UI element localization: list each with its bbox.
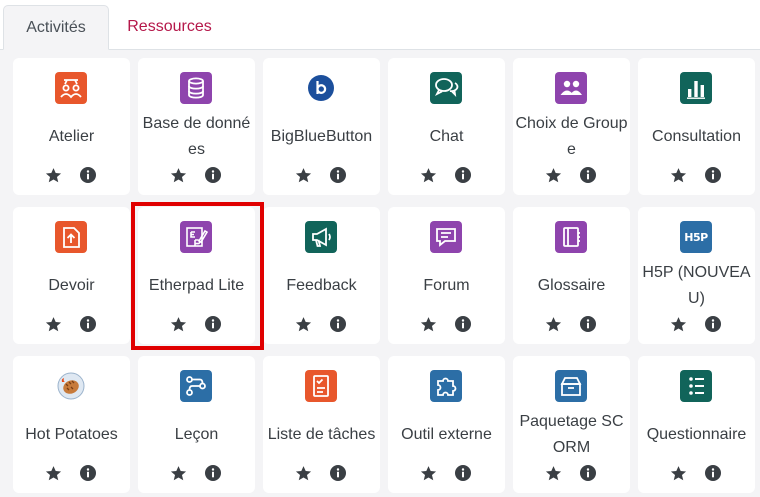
activity-name: Devoir — [48, 277, 95, 294]
etherpad-icon — [180, 221, 212, 253]
info-icon[interactable] — [205, 465, 221, 481]
star-icon[interactable] — [670, 316, 687, 333]
activity-name: Base de données — [142, 115, 251, 158]
activity-name: Hot Potatoes — [25, 426, 118, 443]
lesson-path-icon — [180, 370, 212, 402]
group-choice-icon — [555, 72, 587, 104]
info-icon[interactable] — [205, 316, 221, 332]
activity-tile-outil-externe[interactable]: Outil externe — [388, 356, 505, 493]
activity-name: Atelier — [48, 128, 95, 145]
activity-tile-forum[interactable]: Forum — [388, 207, 505, 344]
tab-activites[interactable]: Activités — [3, 5, 109, 50]
star-icon[interactable] — [295, 316, 312, 333]
forum-icon — [430, 221, 462, 253]
activity-name: BigBlueButton — [270, 128, 373, 145]
info-icon[interactable] — [580, 465, 596, 481]
bigbluebutton-icon — [305, 72, 337, 104]
star-icon[interactable] — [170, 465, 187, 482]
checklist-icon — [305, 370, 337, 402]
activity-tile-h5p[interactable]: H5P H5P (NOUVEAU) — [638, 207, 755, 344]
star-icon[interactable] — [545, 316, 562, 333]
info-icon[interactable] — [705, 167, 721, 183]
activity-name: Forum — [423, 277, 470, 294]
star-icon[interactable] — [670, 465, 687, 482]
star-icon[interactable] — [45, 465, 62, 482]
activity-chooser-tabs: Activités Ressources — [0, 0, 760, 50]
poll-chart-icon — [680, 72, 712, 104]
star-icon[interactable] — [670, 167, 687, 184]
star-icon[interactable] — [45, 167, 62, 184]
activity-tile-feedback[interactable]: Feedback — [263, 207, 380, 344]
info-icon[interactable] — [705, 465, 721, 481]
star-icon[interactable] — [295, 167, 312, 184]
scorm-package-icon — [555, 370, 587, 402]
activity-name: Paquetage SCORM — [519, 413, 624, 456]
assignment-upload-icon — [55, 221, 87, 253]
activity-name: Choix de Groupe — [515, 115, 628, 158]
chat-icon — [430, 72, 462, 104]
info-icon[interactable] — [330, 167, 346, 183]
activity-tile-paquetage-scorm[interactable]: Paquetage SCORM — [513, 356, 630, 493]
activity-name: Leçon — [174, 426, 219, 443]
star-icon[interactable] — [295, 465, 312, 482]
info-icon[interactable] — [705, 316, 721, 332]
star-icon[interactable] — [170, 316, 187, 333]
activity-name: Feedback — [286, 277, 357, 294]
star-icon[interactable] — [420, 465, 437, 482]
activity-tile-lecon[interactable]: Leçon — [138, 356, 255, 493]
info-icon[interactable] — [80, 465, 96, 481]
info-icon[interactable] — [330, 465, 346, 481]
activity-tile-etherpad-lite[interactable]: Etherpad Lite — [138, 207, 255, 344]
h5p-icon: H5P — [680, 221, 712, 253]
activity-name: Liste de tâches — [267, 426, 376, 443]
star-icon[interactable] — [420, 316, 437, 333]
info-icon[interactable] — [580, 316, 596, 332]
activity-tile-choix-de-groupe[interactable]: Choix de Groupe — [513, 58, 630, 195]
activity-name: Consultation — [652, 128, 741, 145]
star-icon[interactable] — [545, 465, 562, 482]
puzzle-icon — [430, 370, 462, 402]
megaphone-icon — [305, 221, 337, 253]
star-icon[interactable] — [545, 167, 562, 184]
star-icon[interactable] — [170, 167, 187, 184]
activity-tile-questionnaire[interactable]: Questionnaire — [638, 356, 755, 493]
activity-grid: Atelier Base de données BigBlueButton Ch… — [0, 50, 760, 497]
activity-name: Glossaire — [537, 277, 606, 294]
activity-name: Chat — [429, 128, 464, 145]
info-icon[interactable] — [80, 167, 96, 183]
questionnaire-icon — [680, 370, 712, 402]
info-icon[interactable] — [580, 167, 596, 183]
workshop-icon — [55, 72, 87, 104]
glossary-book-icon — [555, 221, 587, 253]
activity-tile-consultation[interactable]: Consultation — [638, 58, 755, 195]
info-icon[interactable] — [205, 167, 221, 183]
star-icon[interactable] — [45, 316, 62, 333]
activity-tile-atelier[interactable]: Atelier — [13, 58, 130, 195]
activity-name: Outil externe — [401, 426, 492, 443]
activity-tile-glossaire[interactable]: Glossaire — [513, 207, 630, 344]
tab-ressources[interactable]: Ressources — [112, 5, 227, 50]
hot-potatoes-icon — [55, 370, 87, 402]
h5p-icon-text: H5P — [684, 230, 708, 244]
database-icon — [180, 72, 212, 104]
activity-name: Questionnaire — [646, 426, 747, 443]
activity-tile-chat[interactable]: Chat — [388, 58, 505, 195]
activity-tile-devoir[interactable]: Devoir — [13, 207, 130, 344]
info-icon[interactable] — [455, 465, 471, 481]
star-icon[interactable] — [420, 167, 437, 184]
activity-tile-bigbluebutton[interactable]: BigBlueButton — [263, 58, 380, 195]
activity-name: H5P (NOUVEAU) — [642, 264, 751, 307]
info-icon[interactable] — [330, 316, 346, 332]
info-icon[interactable] — [455, 167, 471, 183]
activity-name: Etherpad Lite — [148, 277, 245, 294]
info-icon[interactable] — [455, 316, 471, 332]
activity-tile-base-de-donnees[interactable]: Base de données — [138, 58, 255, 195]
activity-tile-liste-de-taches[interactable]: Liste de tâches — [263, 356, 380, 493]
activity-tile-hot-potatoes[interactable]: Hot Potatoes — [13, 356, 130, 493]
info-icon[interactable] — [80, 316, 96, 332]
